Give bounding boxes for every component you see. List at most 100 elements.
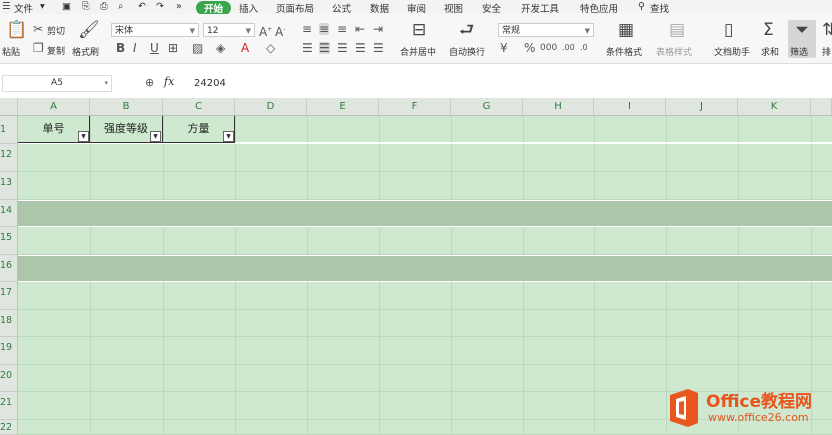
scissors-icon[interactable]: ✂ xyxy=(33,23,43,35)
filter-dropdown-icon[interactable]: ▼ xyxy=(223,131,234,142)
filter-dropdown-icon[interactable]: ▼ xyxy=(78,131,89,142)
merge-center-button[interactable]: 合并居中 xyxy=(400,45,436,58)
row-header-15[interactable]: 15 xyxy=(0,227,18,255)
zoom-icon[interactable]: ⊕ xyxy=(145,76,154,89)
copy-icon[interactable]: ❐ xyxy=(33,42,44,54)
table-row[interactable] xyxy=(18,227,832,255)
increase-decimal-icon[interactable]: .00 xyxy=(562,42,575,54)
export-icon[interactable]: ⎘ xyxy=(82,1,90,12)
align-middle-icon[interactable]: ≡ xyxy=(319,23,330,35)
col-header-g[interactable]: G xyxy=(451,98,523,116)
bold-icon[interactable]: B xyxy=(116,42,125,54)
format-painter-button[interactable]: 格式刷 xyxy=(72,45,99,58)
table-row[interactable] xyxy=(18,144,832,172)
distribute-icon[interactable]: ☰ xyxy=(373,42,384,54)
save-icon[interactable]: ▣ xyxy=(62,1,71,12)
border-icon[interactable]: ⊞ xyxy=(168,42,178,54)
row-header-16[interactable]: 16 xyxy=(0,255,18,282)
row-header-13[interactable]: 13 xyxy=(0,172,18,200)
row-header-1[interactable]: 1 xyxy=(0,116,18,144)
col-header-l[interactable] xyxy=(811,98,832,116)
copy-button[interactable]: 复制 xyxy=(47,44,65,57)
row-header-19[interactable]: 19 xyxy=(0,337,18,365)
name-box[interactable]: A5 ▾ xyxy=(2,75,112,92)
paste-button[interactable]: 粘贴 xyxy=(2,45,20,58)
table-row[interactable] xyxy=(18,172,832,200)
tab-special[interactable]: 特色应用 xyxy=(580,1,618,15)
col-header-e[interactable]: E xyxy=(307,98,379,116)
indent-increase-icon[interactable]: ⇥ xyxy=(373,23,383,35)
tab-home[interactable]: 开始 xyxy=(196,1,232,15)
print-icon[interactable]: ⎙ xyxy=(100,1,108,12)
col-header-c[interactable]: C xyxy=(163,98,235,116)
row-header-20[interactable]: 20 xyxy=(0,365,18,392)
row-header-12[interactable]: 12 xyxy=(0,144,18,172)
doc-assistant-icon[interactable]: ▯ xyxy=(724,22,733,39)
number-format-select[interactable]: 常规 ▼ xyxy=(498,23,594,37)
font-size-select[interactable]: 12 ▼ xyxy=(203,23,255,37)
more-icon[interactable]: » xyxy=(176,1,182,12)
fill-color-icon[interactable]: ◈ xyxy=(216,42,225,54)
tab-page-layout[interactable]: 页面布局 xyxy=(276,1,314,15)
conditional-format-icon[interactable]: ▦ xyxy=(618,22,634,39)
row-header-21[interactable]: 21 xyxy=(0,392,18,420)
filter-active-icon[interactable]: ▼ xyxy=(150,131,161,142)
row-header-22[interactable]: 22 xyxy=(0,420,18,435)
align-left-icon[interactable]: ☰ xyxy=(302,42,313,54)
col-header-a[interactable]: A xyxy=(18,98,90,116)
selected-row-14[interactable] xyxy=(18,200,832,227)
table-style-button[interactable]: 表格样式 xyxy=(656,45,692,58)
chevron-down-icon[interactable]: ▾ xyxy=(104,76,108,91)
sum-icon[interactable]: Σ xyxy=(763,22,774,39)
thousands-icon[interactable]: 000 xyxy=(540,42,557,54)
brush-icon[interactable]: 🖌 xyxy=(78,22,100,39)
search-icon[interactable]: ⚲ xyxy=(638,1,645,12)
undo-icon[interactable]: ↶ xyxy=(138,1,146,12)
sort-button[interactable]: 排 xyxy=(822,45,831,58)
sort-icon[interactable]: ⇅ xyxy=(822,22,832,39)
row-header-17[interactable]: 17 xyxy=(0,282,18,310)
percent-icon[interactable]: % xyxy=(524,42,535,54)
search-label[interactable]: 查找 xyxy=(650,1,669,15)
cut-button[interactable]: 剪切 xyxy=(47,24,65,37)
redo-icon[interactable]: ↷ xyxy=(156,1,164,12)
align-center-icon[interactable]: ☰ xyxy=(319,42,330,54)
underline-icon[interactable]: U xyxy=(150,42,159,54)
col-header-b[interactable]: B xyxy=(90,98,163,116)
filter-button[interactable]: 筛选 xyxy=(790,45,808,58)
formula-input[interactable]: 24204 xyxy=(194,78,226,89)
col-header-i[interactable]: I xyxy=(594,98,666,116)
table-row[interactable] xyxy=(18,310,832,337)
tab-review[interactable]: 审阅 xyxy=(407,1,426,15)
align-bottom-icon[interactable]: ≡ xyxy=(337,23,347,35)
font-name-select[interactable]: 宋体 ▼ xyxy=(111,23,199,37)
cell-style-icon[interactable]: ▨ xyxy=(192,42,203,54)
menu-icon[interactable]: ☰ xyxy=(2,1,11,12)
align-top-icon[interactable]: ≡ xyxy=(302,23,312,35)
tab-data[interactable]: 数据 xyxy=(370,1,389,15)
decrease-decimal-icon[interactable]: .0 xyxy=(580,42,588,54)
conditional-format-button[interactable]: 条件格式 xyxy=(606,45,642,58)
file-menu[interactable]: 文件 xyxy=(14,1,33,15)
wrap-text-button[interactable]: 自动换行 xyxy=(449,45,485,58)
sum-button[interactable]: 求和 xyxy=(761,45,779,58)
align-right-icon[interactable]: ☰ xyxy=(337,42,348,54)
print-preview-icon[interactable]: ⌕ xyxy=(118,1,123,12)
col-header-j[interactable]: J xyxy=(666,98,738,116)
currency-icon[interactable]: ¥ xyxy=(500,42,508,54)
table-row[interactable] xyxy=(18,282,832,310)
justify-icon[interactable]: ☰ xyxy=(355,42,366,54)
eraser-icon[interactable]: ◇ xyxy=(266,42,275,54)
dropdown-icon[interactable]: ▾ xyxy=(40,1,45,12)
col-header-d[interactable]: D xyxy=(235,98,307,116)
select-all-corner[interactable] xyxy=(0,98,18,116)
table-style-icon[interactable]: ▤ xyxy=(669,22,685,39)
font-shrink-icon[interactable]: A- xyxy=(275,24,285,38)
italic-icon[interactable]: I xyxy=(133,42,137,54)
doc-assistant-button[interactable]: 文档助手 xyxy=(714,45,750,58)
fx-button[interactable]: fx xyxy=(164,75,174,88)
tab-insert[interactable]: 插入 xyxy=(239,1,258,15)
row-header-18[interactable]: 18 xyxy=(0,310,18,337)
paste-icon[interactable]: 📋 xyxy=(6,22,27,39)
merge-icon[interactable]: ⊟ xyxy=(412,22,426,39)
